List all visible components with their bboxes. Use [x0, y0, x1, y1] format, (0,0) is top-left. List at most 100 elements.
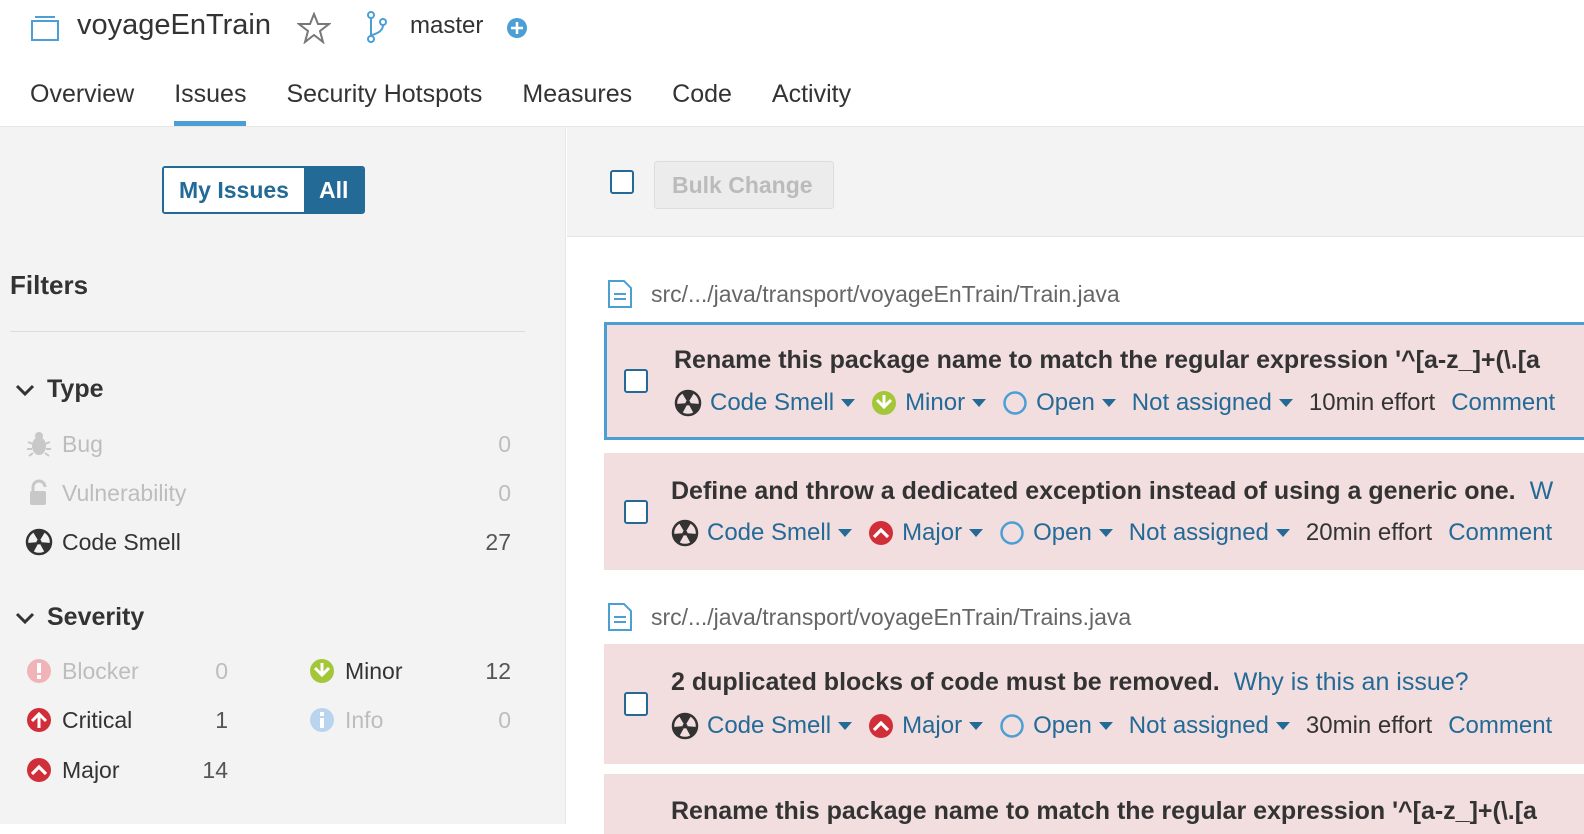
filters-sidebar: My Issues All Filters Type Bug 0 Vulnera…: [0, 127, 566, 824]
facet-item-code-smell[interactable]: Code Smell 27: [24, 527, 511, 557]
facet-item-label: Minor: [345, 657, 403, 684]
issue-meta: Code Smell Minor Open Not assigned 10min…: [674, 389, 1555, 417]
facet-item-bug[interactable]: Bug 0: [24, 429, 511, 459]
issue-assignee-dropdown[interactable]: Not assigned: [1132, 389, 1293, 417]
caret-down-icon: [1098, 722, 1113, 730]
tab-measures[interactable]: Measures: [522, 80, 632, 126]
divider: [10, 331, 525, 332]
facet-item-label: Vulnerability: [62, 479, 187, 506]
all-issues-button[interactable]: All: [303, 168, 364, 212]
issue-assignee-label: Not assigned: [1131, 389, 1272, 416]
issue-row[interactable]: 2 duplicated blocks of code must be remo…: [604, 644, 1584, 764]
lock-icon: [24, 478, 54, 508]
why-is-this-an-issue-link[interactable]: Why is this an issue?: [1234, 668, 1469, 696]
caret-down-icon: [1098, 529, 1113, 537]
type-facet-header[interactable]: Type: [15, 375, 104, 404]
facet-item-label: Info: [345, 706, 384, 733]
file-path[interactable]: src/.../java/transport/voyageEnTrain/Tra…: [651, 604, 1131, 631]
open-status-icon: [1003, 391, 1027, 415]
why-is-this-an-issue-link[interactable]: W: [1530, 477, 1554, 505]
issue-effort: 10min effort: [1308, 389, 1436, 416]
tab-security-hotspots[interactable]: Security Hotspots: [286, 80, 482, 126]
facet-item-vulnerability[interactable]: Vulnerability 0: [24, 478, 511, 508]
caret-down-icon: [841, 399, 856, 407]
facet-item-major[interactable]: Major 14: [24, 755, 228, 785]
issue-severity-label: Major: [902, 712, 963, 739]
bulk-action-bar: Bulk Change: [567, 127, 1584, 237]
bulk-change-button[interactable]: Bulk Change: [654, 161, 834, 209]
facet-item-label: Bug: [62, 430, 103, 457]
file-path[interactable]: src/.../java/transport/voyageEnTrain/Tra…: [651, 281, 1120, 308]
issue-message[interactable]: Rename this package name to match the re…: [674, 346, 1540, 375]
facet-item-critical[interactable]: Critical 1: [24, 705, 228, 735]
facet-item-minor[interactable]: Minor 12: [307, 656, 511, 686]
code-smell-icon: [671, 519, 699, 547]
issue-type-label: Code Smell: [707, 519, 832, 546]
branch-icon: [365, 10, 389, 49]
file-icon: [608, 603, 632, 631]
tab-code[interactable]: Code: [672, 80, 732, 126]
issue-checkbox[interactable]: [624, 692, 648, 716]
issue-status-label: Open: [1033, 712, 1092, 739]
issue-effort: 20min effort: [1305, 519, 1433, 546]
issue-message[interactable]: Define and throw a dedicated exception i…: [671, 477, 1553, 506]
issue-type-label: Code Smell: [710, 389, 835, 416]
select-all-checkbox[interactable]: [610, 170, 634, 194]
star-icon[interactable]: [296, 11, 332, 49]
facet-item-count: 12: [485, 657, 511, 684]
issue-type-dropdown[interactable]: Code Smell: [671, 712, 853, 740]
add-circle-icon[interactable]: [506, 17, 528, 44]
facet-item-info[interactable]: Info 0: [307, 705, 511, 735]
issue-message[interactable]: 2 duplicated blocks of code must be remo…: [671, 668, 1469, 697]
issue-effort: 30min effort: [1305, 712, 1433, 739]
project-icon: [30, 14, 60, 47]
issue-comment-link[interactable]: Comment: [1448, 519, 1552, 547]
severity-facet-header[interactable]: Severity: [15, 603, 144, 632]
facet-item-count: 14: [202, 756, 228, 783]
issue-checkbox[interactable]: [624, 369, 648, 393]
issue-status-dropdown[interactable]: Open: [999, 519, 1113, 547]
file-icon: [608, 280, 632, 308]
issue-comment-link[interactable]: Comment: [1448, 712, 1552, 740]
issue-type-dropdown[interactable]: Code Smell: [671, 519, 853, 547]
major-icon: [869, 521, 894, 545]
issues-scope-toggle: My Issues All: [162, 166, 366, 214]
facet-item-count: 1: [215, 706, 228, 733]
code-smell-icon: [24, 527, 54, 557]
my-issues-button[interactable]: My Issues: [164, 168, 304, 212]
facet-item-count: 0: [498, 706, 511, 733]
issue-assignee-dropdown[interactable]: Not assigned: [1129, 712, 1290, 740]
issue-row[interactable]: Rename this package name to match the re…: [604, 774, 1584, 834]
bug-icon: [24, 429, 54, 459]
issue-row[interactable]: Define and throw a dedicated exception i…: [604, 453, 1584, 570]
issue-status-dropdown[interactable]: Open: [999, 712, 1113, 740]
issue-message-text: Rename this package name to match the re…: [674, 346, 1540, 374]
issue-row[interactable]: Rename this package name to match the re…: [604, 322, 1584, 440]
file-header: src/.../java/transport/voyageEnTrain/Tra…: [607, 602, 1131, 632]
issue-comment-link[interactable]: Comment: [1451, 389, 1555, 417]
issue-checkbox[interactable]: [624, 500, 648, 524]
issue-message-text: Define and throw a dedicated exception i…: [671, 477, 1516, 505]
issue-message[interactable]: Rename this package name to match the re…: [671, 797, 1537, 826]
tab-activity[interactable]: Activity: [772, 80, 851, 126]
branch-name[interactable]: master: [410, 12, 483, 40]
issue-status-dropdown[interactable]: Open: [1002, 389, 1116, 417]
issue-severity-dropdown[interactable]: Major: [868, 712, 984, 740]
issue-severity-dropdown[interactable]: Major: [868, 519, 984, 547]
facet-item-blocker[interactable]: Blocker 0: [24, 656, 228, 686]
major-icon: [869, 714, 894, 738]
tab-issues[interactable]: Issues: [174, 80, 247, 126]
issue-status-label: Open: [1033, 519, 1092, 546]
open-status-icon: [1000, 714, 1024, 738]
caret-down-icon: [1278, 399, 1293, 407]
project-name[interactable]: voyageEnTrain: [77, 9, 271, 42]
issue-assignee-label: Not assigned: [1128, 712, 1269, 739]
issue-severity-dropdown[interactable]: Minor: [871, 389, 987, 417]
critical-icon: [24, 705, 54, 735]
issue-assignee-dropdown[interactable]: Not assigned: [1129, 519, 1290, 547]
issue-type-label: Code Smell: [707, 712, 832, 739]
issues-list-panel: Bulk Change src/.../java/transport/voyag…: [567, 127, 1584, 834]
facet-item-label: Critical: [62, 706, 133, 733]
issue-type-dropdown[interactable]: Code Smell: [674, 389, 856, 417]
tab-overview[interactable]: Overview: [30, 80, 134, 126]
